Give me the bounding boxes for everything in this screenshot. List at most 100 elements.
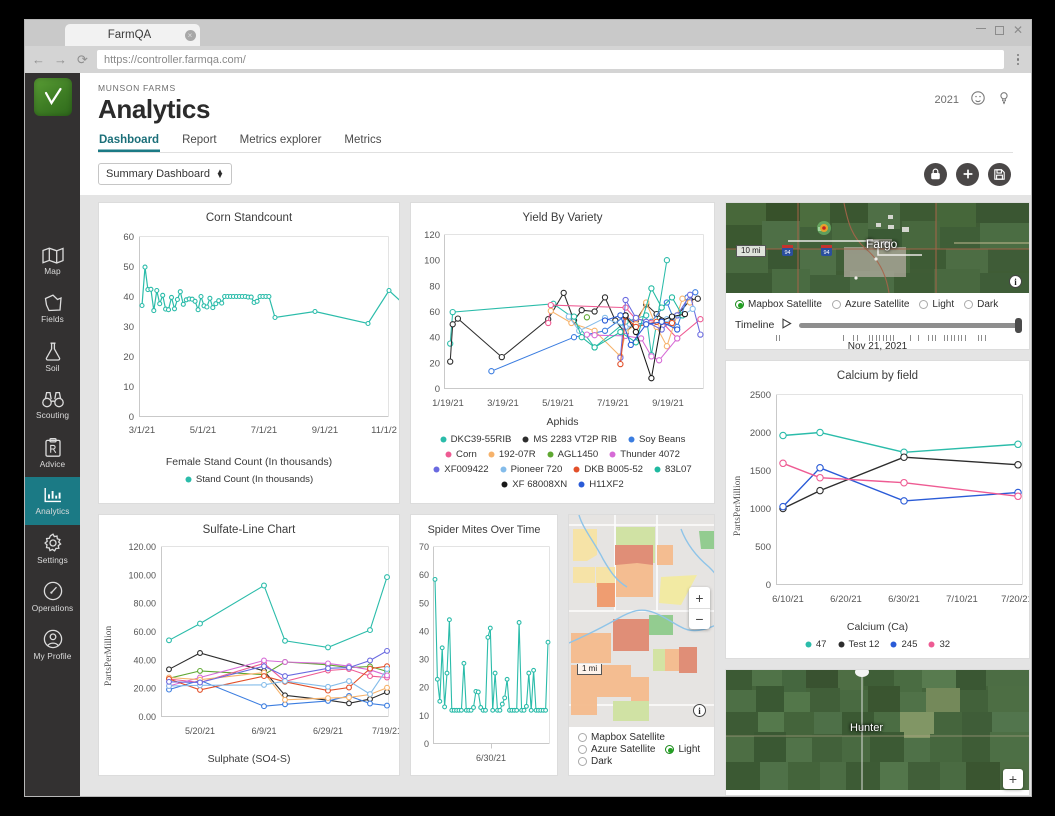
svg-text:50: 50 <box>419 598 429 608</box>
chart-x-label: Aphids <box>546 416 579 428</box>
sidebar-item-fields[interactable]: Fields <box>25 285 80 333</box>
svg-text:20: 20 <box>429 358 440 369</box>
tab-report[interactable]: Report <box>181 134 218 152</box>
legend-item[interactable]: DKC39-55RIB <box>440 434 512 445</box>
url-input[interactable]: https://controller.farmqa.com/ <box>97 50 1004 69</box>
svg-text:60: 60 <box>429 307 440 318</box>
field-marker-icon <box>817 221 831 235</box>
chart-x-label: Female Stand Count (In thousands) <box>165 456 333 468</box>
legend-item[interactable]: DKB B005-52 <box>573 464 643 475</box>
overview-map[interactable]: 94 94 Fargo 10 mi i <box>726 203 1029 293</box>
basemap-option-mapbox-satellite[interactable]: Mapbox Satellite <box>578 732 706 743</box>
zoom-out-button[interactable]: − <box>689 608 710 629</box>
sidebar-item-operations[interactable]: Operations <box>25 573 80 621</box>
help-icon[interactable] <box>997 91 1011 108</box>
sidebar-item-soil[interactable]: Soil <box>25 333 80 381</box>
basemap-option-light[interactable]: Light <box>665 744 700 755</box>
legend-item[interactable]: 47 <box>805 639 827 650</box>
legend-item[interactable]: Soy Beans <box>628 434 685 445</box>
tab-metrics-explorer[interactable]: Metrics explorer <box>239 134 323 152</box>
sidebar-item-map[interactable]: Map <box>25 237 80 285</box>
tab-metrics[interactable]: Metrics <box>343 134 382 152</box>
forward-icon[interactable]: → <box>53 52 68 67</box>
year-selector[interactable]: 2021 <box>935 94 959 106</box>
feedback-icon[interactable] <box>971 91 985 108</box>
dashboard-select[interactable]: Summary Dashboard ▲ ▼ <box>98 163 232 185</box>
legend-item[interactable]: Corn <box>445 449 477 460</box>
basemap-option-azure-satellite[interactable]: Azure Satellite <box>578 744 655 755</box>
plus-icon[interactable] <box>956 162 979 186</box>
tab-dashboard[interactable]: Dashboard <box>98 134 160 152</box>
legend-marker-icon <box>628 436 635 443</box>
card-hunter-map[interactable]: Hunter + <box>725 669 1030 796</box>
legend-label: 245 <box>901 639 918 650</box>
timeline-slider-handle[interactable] <box>1015 317 1022 333</box>
legend-item[interactable]: MS 2283 VT2P RIB <box>522 434 617 445</box>
bar-chart-icon <box>43 486 63 504</box>
legend-item[interactable]: Pioneer 720 <box>500 464 562 475</box>
info-icon[interactable]: i <box>693 704 706 717</box>
legend-marker-icon <box>890 641 897 648</box>
legend-item[interactable]: H11XF2 <box>578 479 624 490</box>
map-zoom-controls[interactable]: + − <box>689 587 710 629</box>
legend-marker-icon <box>578 481 585 488</box>
sidebar-item-analytics[interactable]: Analytics <box>25 477 80 525</box>
legend-item[interactable]: XF009422 <box>433 464 489 475</box>
radio-icon <box>578 745 587 754</box>
sidebar-item-my-profile[interactable]: My Profile <box>25 621 80 669</box>
browser-tab[interactable]: FarmQA × <box>65 24 200 46</box>
basemap-option-mapbox-satellite[interactable]: Mapbox Satellite <box>735 299 822 310</box>
legend-label: DKC39-55RIB <box>450 434 512 445</box>
legend-item[interactable]: 245 <box>890 639 917 650</box>
zoom-in-button[interactable]: + <box>689 587 710 608</box>
chart-x-label: Sulphate (SO4-S) <box>207 753 291 765</box>
radio-icon <box>578 757 587 766</box>
spider-mites-svg: 0 10 20 30 40 50 60 70 6/30/21 <box>419 542 551 763</box>
info-icon[interactable]: i <box>1009 275 1022 288</box>
legend-item[interactable]: Stand Count (In thousands) <box>185 474 313 485</box>
svg-text:10: 10 <box>419 711 429 721</box>
close-icon[interactable]: × <box>180 29 200 41</box>
sidebar-item-label: Soil <box>45 362 60 373</box>
legend-item[interactable]: XF 68008XN <box>501 479 567 490</box>
basemap-option-dark[interactable]: Dark <box>578 756 706 767</box>
legend-label: 192-07R <box>498 449 536 460</box>
field-polygon-icon <box>43 294 63 312</box>
prescription-clipboard-icon <box>44 437 61 457</box>
window-close-icon[interactable]: ✕ <box>1013 23 1023 37</box>
svg-text:2000: 2000 <box>750 428 771 439</box>
basemap-option-dark[interactable]: Dark <box>964 299 998 310</box>
legend-item[interactable]: AGL1450 <box>547 449 598 460</box>
svg-text:0: 0 <box>424 739 429 749</box>
reload-icon[interactable]: ⟳ <box>75 52 90 68</box>
svg-text:20.00: 20.00 <box>133 684 156 694</box>
sidebar-item-advice[interactable]: Advice <box>25 429 80 477</box>
timeline-slider[interactable] <box>799 317 1022 333</box>
sidebar-item-settings[interactable]: Settings <box>25 525 80 573</box>
back-icon[interactable]: ← <box>31 52 46 67</box>
minimize-icon[interactable] <box>975 27 986 30</box>
timeline-label: Timeline <box>735 319 775 331</box>
lock-icon[interactable] <box>924 162 947 186</box>
basemap-option-light[interactable]: Light <box>919 299 954 310</box>
legend-marker-icon <box>547 451 554 458</box>
legend-item[interactable]: Test 12 <box>838 639 879 650</box>
legend-marker-icon <box>501 481 508 488</box>
svg-text:0: 0 <box>435 384 440 395</box>
legend-marker-icon <box>609 451 616 458</box>
legend-item[interactable]: 83L07 <box>654 464 692 475</box>
url-text: https://controller.farmqa.com/ <box>104 53 246 66</box>
maximize-icon[interactable] <box>994 25 1004 35</box>
zoom-in-button[interactable]: + <box>1003 769 1023 789</box>
legend-item[interactable]: 32 <box>928 639 950 650</box>
legend-item[interactable]: Thunder 4072 <box>609 449 680 460</box>
browser-menu-icon[interactable] <box>1011 52 1025 68</box>
field-map[interactable]: + − 1 mi i <box>569 515 714 727</box>
basemap-label: Azure Satellite <box>591 744 656 755</box>
play-icon[interactable] <box>781 316 793 334</box>
save-icon[interactable] <box>988 162 1011 186</box>
sidebar-item-label: Settings <box>37 555 68 565</box>
legend-item[interactable]: 192-07R <box>488 449 536 460</box>
basemap-option-azure-satellite[interactable]: Azure Satellite <box>831 299 909 310</box>
sidebar-item-scouting[interactable]: Scouting <box>25 381 80 429</box>
